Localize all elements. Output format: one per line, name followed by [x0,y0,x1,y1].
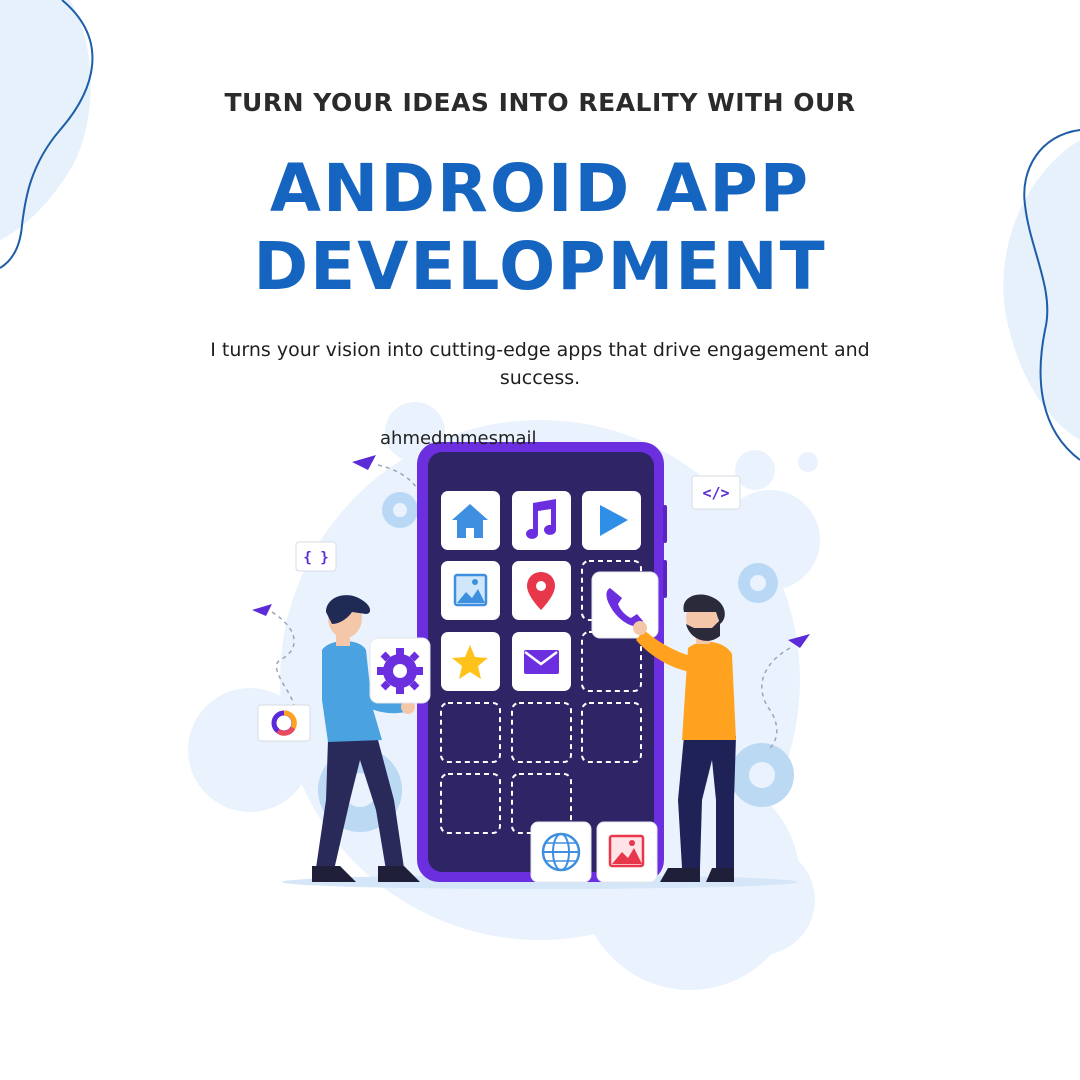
donut-chart-badge [257,704,311,742]
watermark-text: ahmedmmesmail [380,428,537,449]
image-icon [441,561,500,620]
gear-icon [382,492,418,528]
star-icon [441,632,500,691]
play-icon [582,491,641,550]
phone-icon [591,571,659,639]
gear-icon [738,563,778,603]
location-pin-icon [512,561,571,620]
code-tag-badge: </> [691,475,741,510]
gear-icon [730,743,794,807]
svg-text:</>: </> [702,484,729,502]
home-icon [441,491,500,550]
app-development-illustration: </> { } [188,402,820,990]
picture-icon [596,821,658,883]
mail-icon [512,632,571,691]
braces-badge: { } [295,541,337,572]
globe-icon [530,821,592,883]
settings-icon [369,637,431,704]
music-icon [512,491,571,550]
svg-text:{ }: { } [303,550,328,566]
